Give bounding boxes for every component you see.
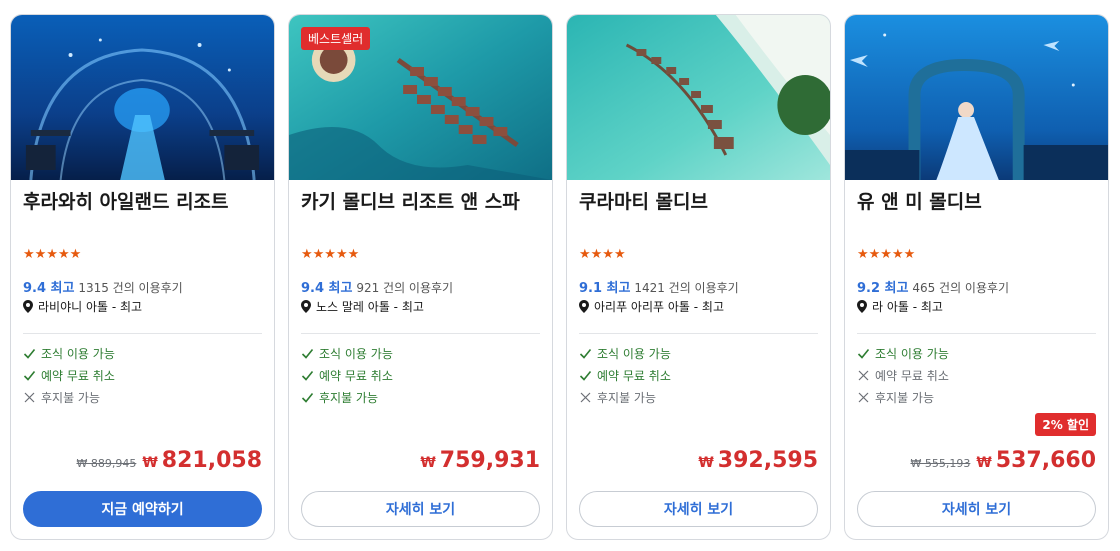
view-details-button[interactable]: 자세히 보기 [301, 491, 540, 527]
original-price: ₩ 555,193 [910, 457, 971, 470]
feature-pay-later: 후지불 가능 [301, 389, 378, 406]
price: 537,660 [995, 448, 1096, 473]
hotel-card[interactable]: 쿠라마티 몰디브 ★★★★ 9.1 최고 1421 건의 이용후기 아리푸 아리… [566, 14, 831, 540]
original-price: ₩ 889,945 [76, 457, 137, 470]
discount-badge: 2% 할인 [1035, 413, 1096, 436]
feature-free-cancel: 예약 무료 취소 [301, 367, 393, 384]
price-row: ₩ 392,595 [698, 448, 818, 473]
star-rating: ★★★★★ [301, 247, 360, 262]
star-rating: ★★★★★ [857, 247, 916, 262]
hotel-card[interactable]: 유 앤 미 몰디브 ★★★★★ 9.2 최고 465 건의 이용후기 라 아톨 … [844, 14, 1109, 540]
feature-pay-later: 후지불 가능 [857, 389, 934, 406]
hotel-card[interactable]: 베스트셀러 카기 몰디브 리조트 앤 스파 ★★★★★ 9.4 최고 921 건… [288, 14, 553, 540]
hotel-photo[interactable] [11, 15, 274, 180]
location-text: 라 아톨 - 최고 [872, 300, 943, 314]
currency-symbol: ₩ [420, 455, 436, 471]
feature-free-cancel: 예약 무료 취소 [23, 367, 115, 384]
hotel-photo[interactable] [845, 15, 1108, 180]
map-pin-icon [857, 300, 867, 313]
cross-icon [580, 392, 591, 403]
check-icon [301, 392, 314, 403]
check-icon [301, 370, 314, 381]
location: 아리푸 아리푸 아톨 - 최고 [579, 298, 724, 315]
hotel-name[interactable]: 쿠라마티 몰디브 [579, 189, 820, 215]
feature-breakfast: 조식 이용 가능 [857, 345, 949, 362]
cross-icon [858, 370, 869, 381]
location-text: 아리푸 아리푸 아톨 - 최고 [594, 300, 724, 314]
currency-symbol: ₩ [142, 455, 158, 471]
check-icon [857, 348, 870, 359]
feature-pay-later: 후지불 가능 [579, 389, 656, 406]
feature-breakfast: 조식 이용 가능 [301, 345, 393, 362]
feature-pay-later: 후지불 가능 [23, 389, 100, 406]
star-rating: ★★★★ [579, 247, 626, 262]
check-icon [579, 370, 592, 381]
location-text: 노스 말레 아톨 - 최고 [316, 300, 424, 314]
price-row: ₩ 889,945 ₩ 821,058 [76, 448, 262, 473]
hotel-name[interactable]: 후라와히 아일랜드 리조트 [23, 189, 264, 215]
feature-free-cancel: 예약 무료 취소 [579, 367, 671, 384]
check-icon [579, 348, 592, 359]
hotel-name[interactable]: 유 앤 미 몰디브 [857, 189, 1098, 215]
hotel-photo[interactable] [567, 15, 830, 180]
cross-icon [858, 392, 869, 403]
view-details-button[interactable]: 자세히 보기 [857, 491, 1096, 527]
feature-free-cancel: 예약 무료 취소 [857, 367, 949, 384]
location: 라비야니 아톨 - 최고 [23, 298, 142, 315]
currency-symbol: ₩ [698, 455, 714, 471]
feature-breakfast: 조식 이용 가능 [23, 345, 115, 362]
location: 노스 말레 아톨 - 최고 [301, 298, 424, 315]
currency-symbol: ₩ [976, 455, 992, 471]
cross-icon [24, 392, 35, 403]
location-text: 라비야니 아톨 - 최고 [38, 300, 143, 314]
hotel-name[interactable]: 카기 몰디브 리조트 앤 스파 [301, 189, 542, 215]
price: 759,931 [439, 448, 540, 473]
view-details-button[interactable]: 자세히 보기 [579, 491, 818, 527]
price: 392,595 [717, 448, 818, 473]
check-icon [301, 348, 314, 359]
review-score: 9.2 최고 [857, 281, 909, 296]
price-row: ₩ 555,193 ₩ 537,660 [910, 448, 1096, 473]
bestseller-badge: 베스트셀러 [301, 27, 371, 50]
review-summary: 9.4 최고 921 건의 이용후기 [301, 277, 453, 296]
divider [579, 333, 818, 334]
map-pin-icon [23, 300, 33, 313]
review-summary: 9.1 최고 1421 건의 이용후기 [579, 277, 739, 296]
price-row: ₩ 759,931 [420, 448, 540, 473]
review-count: 465 건의 이용후기 [912, 281, 1010, 295]
review-count: 1315 건의 이용후기 [78, 281, 183, 295]
location: 라 아톨 - 최고 [857, 298, 943, 315]
hotel-card[interactable]: 후라와히 아일랜드 리조트 ★★★★★ 9.4 최고 1315 건의 이용후기 … [10, 14, 275, 540]
map-pin-icon [579, 300, 589, 313]
review-score: 9.4 최고 [23, 281, 75, 296]
divider [23, 333, 262, 334]
book-now-button[interactable]: 지금 예약하기 [23, 491, 262, 527]
review-summary: 9.4 최고 1315 건의 이용후기 [23, 277, 183, 296]
review-count: 921 건의 이용후기 [356, 281, 454, 295]
divider [301, 333, 540, 334]
feature-breakfast: 조식 이용 가능 [579, 345, 671, 362]
review-count: 1421 건의 이용후기 [634, 281, 739, 295]
review-score: 9.4 최고 [301, 281, 353, 296]
price: 821,058 [161, 448, 262, 473]
star-rating: ★★★★★ [23, 247, 82, 262]
divider [857, 333, 1096, 334]
review-summary: 9.2 최고 465 건의 이용후기 [857, 277, 1009, 296]
check-icon [23, 370, 36, 381]
review-score: 9.1 최고 [579, 281, 631, 296]
check-icon [23, 348, 36, 359]
map-pin-icon [301, 300, 311, 313]
